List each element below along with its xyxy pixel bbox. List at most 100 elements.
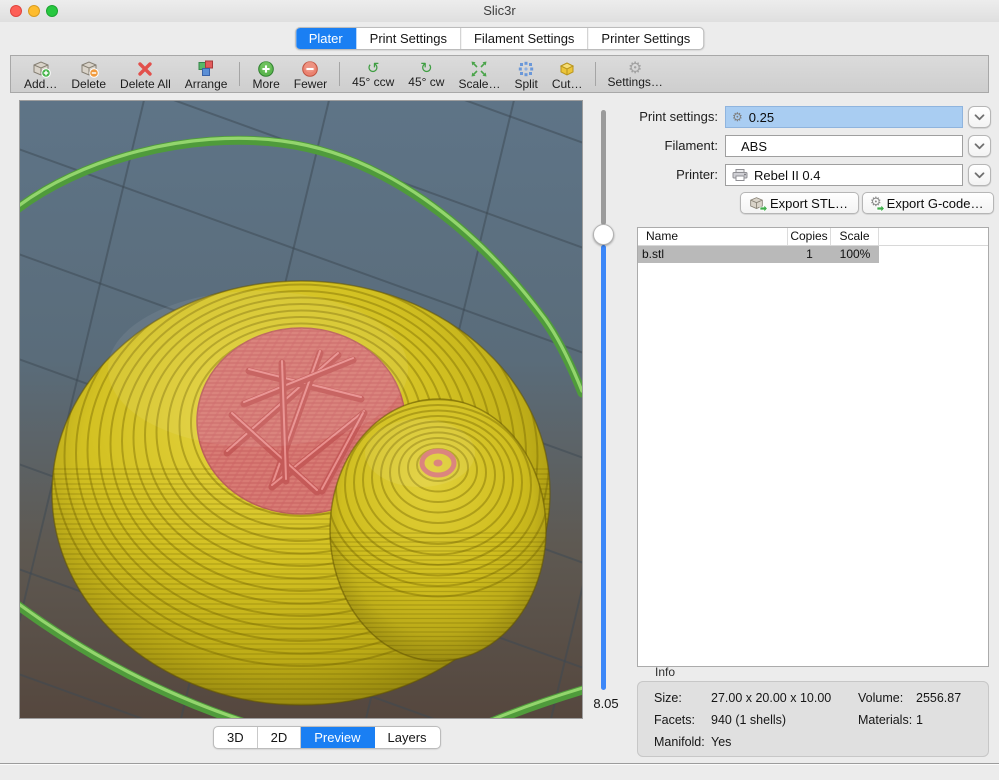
export-stl-icon xyxy=(748,196,765,211)
rotate-ccw-label: 45° ccw xyxy=(352,76,394,89)
view-tab-bar: 3D 2D Preview Layers xyxy=(213,726,441,749)
printer-label: Printer: xyxy=(618,164,718,186)
size-label: Size: xyxy=(654,691,682,705)
print-settings-combo[interactable]: ⚙ 0.25 xyxy=(725,106,963,128)
toolbar-separator xyxy=(595,62,596,86)
more-label: More xyxy=(252,78,279,91)
scale-arrows-icon xyxy=(470,60,488,78)
delete-label: Delete xyxy=(71,78,106,91)
cut-button[interactable]: Cut… xyxy=(545,58,590,90)
add-package-icon xyxy=(31,60,51,78)
rotate-ccw-icon: ↺ xyxy=(367,60,380,76)
materials-value: 1 xyxy=(916,713,923,727)
volume-value: 2556.87 xyxy=(916,691,961,705)
tab-print-settings[interactable]: Print Settings xyxy=(357,28,461,49)
export-gcode-label: Export G-code… xyxy=(887,196,984,211)
filament-dropdown-button[interactable] xyxy=(968,135,991,157)
tab-preview[interactable]: Preview xyxy=(301,727,374,748)
layer-slider[interactable] xyxy=(598,110,609,690)
more-plus-circle-icon xyxy=(257,60,275,78)
export-stl-button[interactable]: Export STL… xyxy=(740,192,859,214)
green-arrow-icon xyxy=(876,204,885,213)
tab-plater[interactable]: Plater xyxy=(296,28,357,49)
plater-toolbar: Add… Delete Delete All Arrange xyxy=(10,55,989,93)
volume-label: Volume: xyxy=(858,691,903,705)
more-button[interactable]: More xyxy=(245,58,286,90)
split-button[interactable]: Split xyxy=(507,58,544,90)
object-scale-cell: 100% xyxy=(831,246,879,263)
main-tab-bar: Plater Print Settings Filament Settings … xyxy=(295,27,705,50)
cut-label: Cut… xyxy=(552,78,583,91)
print-settings-value: 0.25 xyxy=(749,110,774,125)
facets-label: Facets: xyxy=(654,713,695,727)
toolbar-separator xyxy=(239,62,240,86)
rotate-ccw-button[interactable]: ↺ 45° ccw xyxy=(345,58,401,90)
printer-combo[interactable]: Rebel II 0.4 xyxy=(725,164,963,186)
object-name-cell: b.stl xyxy=(638,246,788,263)
delete-all-label: Delete All xyxy=(120,78,171,91)
tab-3d[interactable]: 3D xyxy=(214,727,258,748)
delete-button[interactable]: Delete xyxy=(64,58,113,90)
delete-package-icon xyxy=(79,60,99,78)
tab-filament-settings[interactable]: Filament Settings xyxy=(461,28,588,49)
delete-all-button[interactable]: Delete All xyxy=(113,58,178,90)
info-panel-title: Info xyxy=(655,665,675,679)
add-label: Add… xyxy=(24,78,57,91)
status-bar xyxy=(0,764,999,780)
3d-preview-viewport[interactable] xyxy=(19,100,583,719)
object-list-table[interactable]: Name Copies Scale b.stl 1 100% xyxy=(637,227,989,667)
green-arrow-icon xyxy=(759,204,768,213)
export-gcode-icon: ⚙ xyxy=(870,195,882,211)
layer-slider-thumb[interactable] xyxy=(593,224,614,245)
manifold-label: Manifold: xyxy=(654,735,705,749)
filament-combo[interactable]: ABS xyxy=(725,135,963,157)
object-copies-cell: 1 xyxy=(788,246,831,263)
layer-slider-track-lower[interactable] xyxy=(601,245,606,690)
filament-label: Filament: xyxy=(618,135,718,157)
fewer-button[interactable]: Fewer xyxy=(287,58,334,90)
add-button[interactable]: Add… xyxy=(17,58,64,90)
window-title: Slic3r xyxy=(0,0,999,22)
printer-icon xyxy=(732,169,748,181)
printer-value: Rebel II 0.4 xyxy=(754,168,821,183)
column-header-scale: Scale xyxy=(831,228,879,245)
arrange-button[interactable]: Arrange xyxy=(178,58,235,90)
object-table-header: Name Copies Scale xyxy=(638,228,988,246)
arrange-cubes-icon xyxy=(197,60,215,78)
settings-button[interactable]: ⚙ Settings… xyxy=(601,58,670,90)
filament-value: ABS xyxy=(741,139,767,154)
title-bar: Slic3r xyxy=(0,0,999,22)
scale-button[interactable]: Scale… xyxy=(451,58,507,90)
fewer-label: Fewer xyxy=(294,78,327,91)
table-row[interactable]: b.stl 1 100% xyxy=(638,246,879,263)
layer-height-value: 8.05 xyxy=(584,696,628,711)
print-settings-dropdown-button[interactable] xyxy=(968,106,991,128)
settings-gear-icon: ⚙ xyxy=(628,60,642,76)
tab-printer-settings[interactable]: Printer Settings xyxy=(588,28,703,49)
rotate-cw-label: 45° cw xyxy=(408,76,444,89)
layer-slider-track-upper[interactable] xyxy=(601,110,606,225)
rotate-cw-icon: ↻ xyxy=(420,60,433,76)
column-header-copies: Copies xyxy=(788,228,831,245)
delete-all-x-icon xyxy=(136,60,154,78)
scale-label: Scale… xyxy=(458,78,500,91)
settings-label: Settings… xyxy=(608,76,663,89)
info-panel: Size: 27.00 x 20.00 x 10.00 Volume: 2556… xyxy=(637,681,989,757)
split-label: Split xyxy=(514,78,537,91)
chevron-down-icon xyxy=(974,172,985,179)
export-gcode-button[interactable]: ⚙ Export G-code… xyxy=(862,192,994,214)
tab-layers[interactable]: Layers xyxy=(375,727,440,748)
print-settings-label: Print settings: xyxy=(618,106,718,128)
cut-box-icon xyxy=(557,60,577,78)
column-header-name: Name xyxy=(638,228,788,245)
printer-dropdown-button[interactable] xyxy=(968,164,991,186)
rotate-cw-button[interactable]: ↻ 45° cw xyxy=(401,58,451,90)
arrange-label: Arrange xyxy=(185,78,228,91)
facets-value: 940 (1 shells) xyxy=(711,713,786,727)
tab-2d[interactable]: 2D xyxy=(258,727,302,748)
manifold-value: Yes xyxy=(711,735,731,749)
chevron-down-icon xyxy=(974,143,985,150)
split-handles-icon xyxy=(517,60,535,78)
sliced-model-preview[interactable] xyxy=(20,101,582,718)
export-stl-label: Export STL… xyxy=(770,196,848,211)
